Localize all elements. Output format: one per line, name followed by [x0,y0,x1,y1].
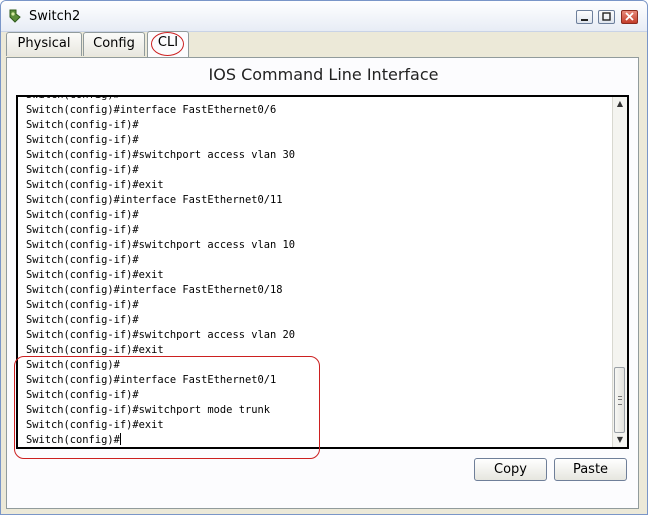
window-title: Switch2 [29,9,81,24]
terminal-line: Switch(config-if)#exit [26,269,164,281]
terminal-prompt: Switch(config)# [26,434,120,446]
scrollbar-thumb[interactable] [614,367,625,433]
terminal-line: Switch(config-if)# [26,224,139,236]
terminal-line: Switch(config-if)# [26,299,139,311]
terminal-line: Switch(config)# [26,95,120,101]
cli-panel: IOS Command Line Interface Switch(config… [6,57,639,509]
tab-cli[interactable]: CLI [147,31,189,58]
grip-icon [618,396,622,405]
terminal-line: Switch(config-if)# [26,314,139,326]
terminal-line: Switch(config-if)# [26,254,139,266]
terminal-line: Switch(config-if)#switchport mode trunk [26,404,270,416]
terminal-line: Switch(config)#interface FastEthernet0/1… [26,194,283,206]
scroll-up-arrow-icon[interactable]: ▲ [614,98,626,110]
terminal-output: Switch(config)# Switch(config)#interface… [26,95,295,447]
terminal-line: Switch(config-if)# [26,209,139,221]
terminal-line: Switch(config)#interface FastEthernet0/1… [26,284,283,296]
cli-terminal[interactable]: Switch(config)# Switch(config)#interface… [16,95,629,449]
terminal-line: Switch(config-if)#exit [26,179,164,191]
title-bar[interactable]: Switch2 [1,1,647,32]
cli-heading: IOS Command Line Interface [208,65,439,84]
switch-app-icon [7,8,23,24]
text-cursor [119,433,121,445]
terminal-line: Switch(config-if)# [26,119,139,131]
tab-physical[interactable]: Physical [6,32,82,56]
close-button[interactable] [621,10,638,24]
terminal-line: Switch(config-if)#exit [26,419,164,431]
terminal-line: Switch(config)#interface FastEthernet0/6 [26,104,277,116]
tab-config[interactable]: Config [83,32,145,56]
terminal-line: Switch(config-if)#switchport access vlan… [26,149,295,161]
maximize-button[interactable] [598,10,615,24]
tab-bar: Physical Config CLI [1,31,647,58]
paste-button[interactable]: Paste [554,458,627,481]
terminal-line: Switch(config)# [26,359,120,371]
terminal-line: Switch(config-if)#exit [26,344,164,356]
copy-button[interactable]: Copy [474,458,547,481]
terminal-line: Switch(config-if)# [26,164,139,176]
switch2-window: Switch2 Physical Config CLI IOS Command … [0,0,648,515]
terminal-line: Switch(config-if)# [26,389,139,401]
vertical-scrollbar[interactable]: ▲ ▼ [612,97,627,447]
minimize-button[interactable] [576,10,593,24]
terminal-line: Switch(config-if)# [26,134,139,146]
terminal-line: Switch(config)#interface FastEthernet0/1 [26,374,277,386]
terminal-line: Switch(config-if)#switchport access vlan… [26,239,295,251]
terminal-prompt-line[interactable]: Switch(config)# [26,433,295,447]
scroll-down-arrow-icon[interactable]: ▼ [614,434,626,446]
terminal-line: Switch(config-if)#switchport access vlan… [26,329,295,341]
